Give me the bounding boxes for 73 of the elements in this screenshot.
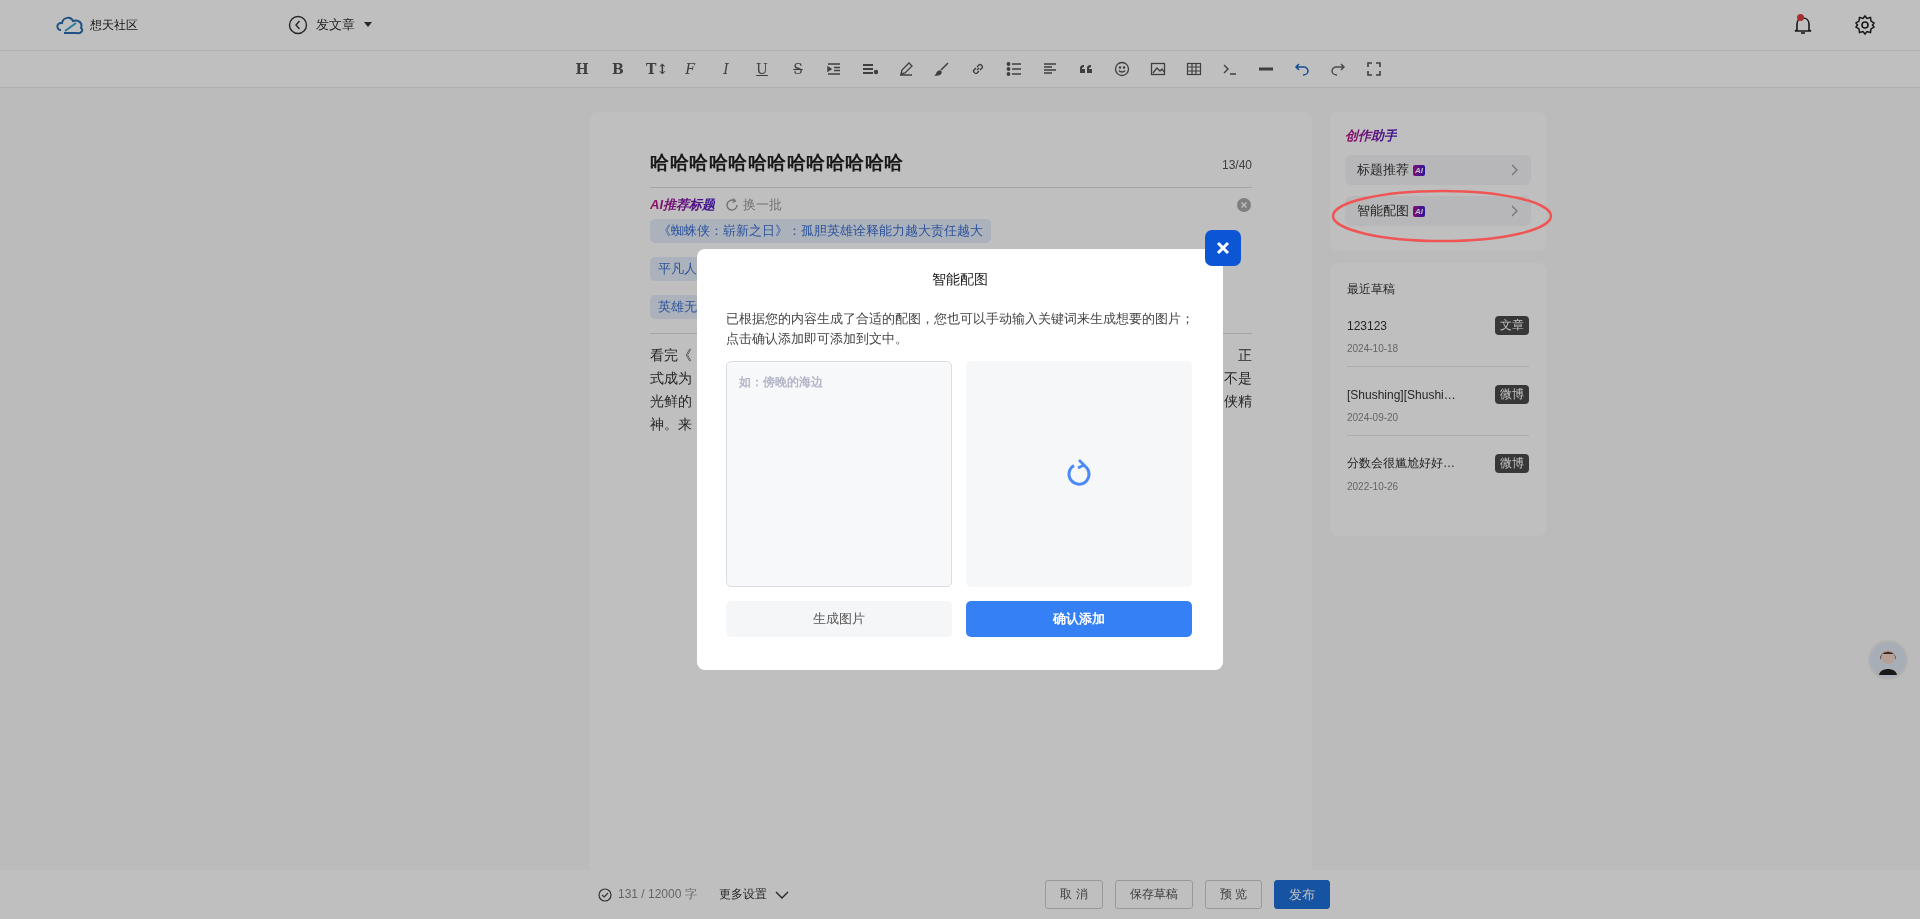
smile-icon[interactable]: [1114, 61, 1130, 77]
title-char-count: 13/40: [1221, 158, 1252, 172]
chevron-down-icon[interactable]: [774, 889, 789, 900]
body-text: 正: [1238, 346, 1252, 365]
chevron-icon: [1511, 205, 1519, 217]
more-settings-dropdown[interactable]: 更多设置: [718, 886, 767, 903]
draft-title[interactable]: 123123: [1347, 318, 1388, 333]
assistant-label: 标题推荐: [1357, 161, 1409, 179]
table-icon[interactable]: [1186, 61, 1202, 77]
footer-button[interactable]: 保存草稿: [1114, 880, 1193, 909]
article-title-field[interactable]: 哈哈哈哈哈哈哈哈哈哈哈哈哈: [650, 150, 904, 176]
footer-button[interactable]: 取 消: [1045, 880, 1103, 909]
body-text: 不是: [1224, 369, 1252, 388]
assistant-item[interactable]: 智能配图 AI: [1345, 196, 1531, 226]
align-icon[interactable]: [862, 61, 878, 77]
close-button[interactable]: [1205, 230, 1241, 266]
keyword-input[interactable]: 如：傍晚的海边: [726, 361, 952, 587]
title-suggestion[interactable]: 《蜘蛛侠：崭新之日》：孤胆英雄诠释能力越大责任越大: [650, 219, 991, 243]
back-icon[interactable]: [288, 15, 308, 35]
ai-badge: AI: [1413, 164, 1425, 176]
draft-title[interactable]: [Shushing][Shushi…: [1347, 387, 1456, 402]
format-tool[interactable]: F: [682, 61, 698, 77]
paragraph-icon[interactable]: [1042, 61, 1058, 77]
settings-icon[interactable]: [1854, 14, 1876, 36]
image-icon[interactable]: [1150, 61, 1166, 77]
confirm-button[interactable]: 确认添加: [966, 601, 1192, 637]
list-icon[interactable]: [1006, 61, 1022, 77]
format-tool[interactable]: H: [574, 61, 590, 77]
format-tool[interactable]: S: [790, 61, 806, 77]
caret-icon[interactable]: [363, 21, 373, 29]
indent-icon[interactable]: [826, 61, 842, 77]
draft-type-tag: 微博: [1495, 385, 1529, 404]
format-tool[interactable]: U: [754, 61, 770, 77]
logo-text[interactable]: 想天社区: [90, 16, 138, 34]
undo-icon[interactable]: [1294, 61, 1310, 77]
close-icon[interactable]: [1216, 241, 1230, 255]
publish-button[interactable]: 发布: [1274, 880, 1330, 909]
footer-button[interactable]: 预 览: [1204, 880, 1262, 909]
format-tool[interactable]: B: [610, 61, 626, 77]
assistant-item[interactable]: 标题推荐 AI: [1345, 155, 1531, 185]
ai-badge: AI: [1413, 205, 1425, 217]
cloud-logo-icon: [56, 15, 86, 35]
body-text: 侠精: [1224, 392, 1252, 411]
avatar[interactable]: [1868, 640, 1908, 680]
assistant-title: 创作助手: [1345, 127, 1397, 145]
drafts-title: 最近草稿: [1347, 281, 1396, 298]
assistant-label: 智能配图: [1357, 202, 1409, 220]
check-circle-icon: [598, 887, 612, 902]
body-text: 式成为: [650, 369, 692, 388]
body-text: 神。来: [650, 415, 692, 434]
format-tool[interactable]: I: [718, 61, 734, 77]
draft-title[interactable]: 分数会很尴尬好好…: [1347, 455, 1455, 472]
body-text: 看完《: [650, 346, 692, 365]
bell-icon[interactable]: [1792, 14, 1814, 36]
chevron-icon: [1511, 164, 1519, 176]
mode-dropdown[interactable]: 发文章: [316, 16, 355, 34]
fullscreen-icon[interactable]: [1366, 61, 1382, 77]
draft-date: 2024-10-18: [1347, 343, 1400, 354]
draft-date: 2022-10-26: [1347, 481, 1400, 492]
dialog-description: 已根据您的内容生成了合适的配图，您也可以手动输入关键词来生成想要的图片；点击确认添加即可添加到文中。: [726, 311, 1194, 348]
draft-date: 2024-09-20: [1347, 412, 1400, 423]
link-icon[interactable]: [970, 61, 986, 77]
pen-icon[interactable]: [898, 61, 914, 77]
refresh-icon[interactable]: [725, 198, 739, 212]
draft-type-tag: 微博: [1495, 454, 1529, 473]
draft-type-tag: 文章: [1495, 316, 1529, 335]
redo-icon[interactable]: [1330, 61, 1346, 77]
generate-button[interactable]: 生成图片: [726, 601, 952, 637]
dialog-title: 智能配图: [931, 271, 989, 289]
brush-icon[interactable]: [934, 61, 950, 77]
word-count: 131 / 12000 字: [618, 886, 697, 903]
ai-title-label: AI推荐标题: [650, 196, 715, 214]
body-text: 光鲜的: [650, 392, 692, 411]
